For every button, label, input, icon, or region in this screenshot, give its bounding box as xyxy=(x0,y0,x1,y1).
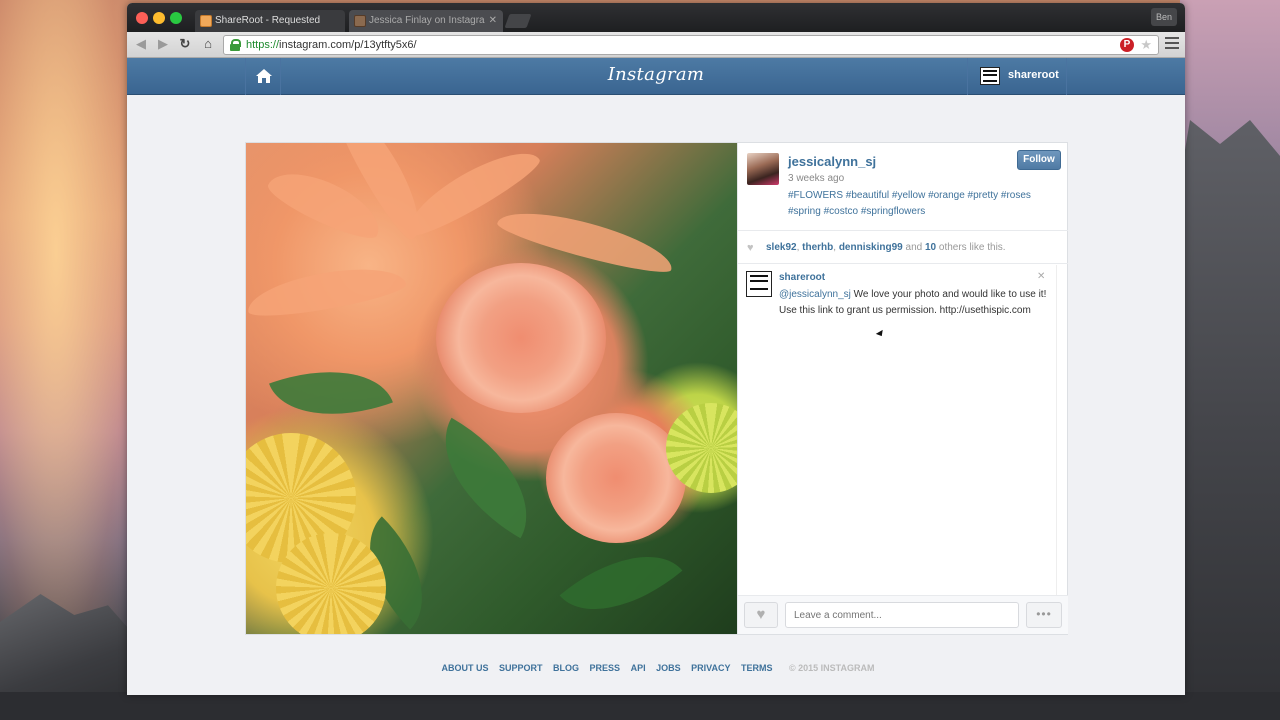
footer-link-blog[interactable]: BLOG xyxy=(553,663,579,673)
url-path: instagram.com/p/13ytfty5x6/ xyxy=(279,39,417,51)
comment-author[interactable]: shareroot xyxy=(779,272,825,283)
post-card: jessicalynn_sj Follow 3 weeks ago #FLOWE… xyxy=(245,142,1068,635)
avatar[interactable] xyxy=(747,153,779,185)
url-scheme: https:// xyxy=(246,39,280,51)
likes-suffix: others like this. xyxy=(938,242,1006,253)
comment-mention[interactable]: @jessicalynn_sj xyxy=(779,289,851,300)
likes-count[interactable]: 10 xyxy=(925,242,936,253)
like-button[interactable]: ♥ xyxy=(744,602,778,628)
address-bar[interactable]: https://instagram.com/p/13ytfty5x6/ P ★ xyxy=(223,35,1159,55)
footer-link-api[interactable]: API xyxy=(631,663,646,673)
likes-and: and xyxy=(905,242,923,253)
footer-link-privacy[interactable]: PRIVACY xyxy=(691,663,730,673)
comment-item: shareroot ✕ @jessicalynn_sj We love your… xyxy=(738,265,1058,595)
liker-username[interactable]: dennisking99 xyxy=(839,242,903,253)
profile-button[interactable]: Ben xyxy=(1151,8,1177,26)
footer-link-support[interactable]: SUPPORT xyxy=(499,663,543,673)
browser-toolbar: ◀ ▶ ↻ ⌂ https://instagram.com/p/13ytfty5… xyxy=(127,32,1185,58)
tab-title: Jessica Finlay on Instagra xyxy=(369,15,485,26)
browser-window: ShareRoot - Requested Jessica Finlay on … xyxy=(127,3,1185,695)
comments-scrollbar[interactable] xyxy=(1056,265,1057,595)
back-arrow-icon[interactable]: ◀ xyxy=(133,36,149,52)
post-caption-tags[interactable]: #FLOWERS #beautiful #yellow #orange #pre… xyxy=(788,188,1063,220)
heart-icon: ♥ xyxy=(756,606,766,623)
bookmark-star-icon[interactable]: ★ xyxy=(1140,36,1152,54)
footer-link-press[interactable]: PRESS xyxy=(590,663,621,673)
photo-rose xyxy=(546,413,686,543)
minimize-window-button[interactable] xyxy=(153,12,165,24)
post-owner-username[interactable]: jessicalynn_sj xyxy=(788,154,876,169)
footer-copyright: © 2015 INSTAGRAM xyxy=(789,663,875,673)
pinterest-icon[interactable]: P xyxy=(1120,38,1134,52)
desktop-mountain-right xyxy=(1180,120,1280,720)
avatar xyxy=(980,67,1000,85)
photo-leaf xyxy=(269,345,393,441)
url-text: https://instagram.com/p/13ytfty5x6/ xyxy=(246,36,417,54)
post-photo[interactable] xyxy=(246,143,737,634)
more-options-button[interactable]: ••• xyxy=(1026,602,1062,628)
footer-link-about[interactable]: ABOUT US xyxy=(441,663,488,673)
likes-text: slek92, therhb, dennisking99 and 10 othe… xyxy=(766,242,1006,253)
instagram-header: Instagram shareroot xyxy=(127,58,1185,95)
header-username: shareroot xyxy=(1008,69,1059,81)
zoom-window-button[interactable] xyxy=(170,12,182,24)
instagram-favicon-icon xyxy=(354,15,366,27)
reload-icon[interactable]: ↻ xyxy=(177,36,193,52)
post-sidebar: jessicalynn_sj Follow 3 weeks ago #FLOWE… xyxy=(737,143,1068,634)
user-menu[interactable]: shareroot xyxy=(967,58,1067,95)
likes-bar: ♥ slek92, therhb, dennisking99 and 10 ot… xyxy=(738,230,1068,264)
instagram-footer: ABOUT US SUPPORT BLOG PRESS API JOBS PRI… xyxy=(127,663,1185,673)
close-tab-icon[interactable]: ✕ xyxy=(489,10,497,32)
heart-icon: ♥ xyxy=(747,242,754,254)
new-tab-button[interactable] xyxy=(504,14,532,28)
tab-shareroot[interactable]: ShareRoot - Requested xyxy=(195,10,345,32)
liker-username[interactable]: slek92 xyxy=(766,242,797,253)
comment-bar: ♥ ••• xyxy=(738,595,1068,634)
close-window-button[interactable] xyxy=(136,12,148,24)
shareroot-favicon-icon xyxy=(200,15,212,27)
tab-instagram[interactable]: Jessica Finlay on Instagra ✕ xyxy=(349,10,503,32)
browser-menu-icon[interactable] xyxy=(1165,37,1179,51)
close-icon[interactable]: ✕ xyxy=(1037,271,1045,282)
post-timestamp: 3 weeks ago xyxy=(788,173,845,184)
photo-yellow-flower xyxy=(276,533,386,634)
footer-link-terms[interactable]: TERMS xyxy=(741,663,773,673)
follow-button[interactable]: Follow xyxy=(1017,150,1061,170)
forward-arrow-icon[interactable]: ▶ xyxy=(155,36,171,52)
desktop-bottom xyxy=(0,692,1280,720)
comment-text: @jessicalynn_sj We love your photo and w… xyxy=(779,287,1054,319)
liker-username[interactable]: therhb xyxy=(802,242,833,253)
comment-input[interactable] xyxy=(785,602,1019,628)
photo-petal xyxy=(246,259,408,323)
avatar[interactable] xyxy=(746,271,772,297)
footer-link-jobs[interactable]: JOBS xyxy=(656,663,681,673)
mouse-cursor-icon xyxy=(875,329,886,339)
photo-leaf xyxy=(416,417,556,539)
photo-rose xyxy=(436,263,606,413)
tab-title: ShareRoot - Requested xyxy=(215,15,321,26)
home-icon[interactable]: ⌂ xyxy=(200,36,216,52)
browser-titlebar: ShareRoot - Requested Jessica Finlay on … xyxy=(127,3,1185,32)
lock-icon xyxy=(230,39,241,51)
